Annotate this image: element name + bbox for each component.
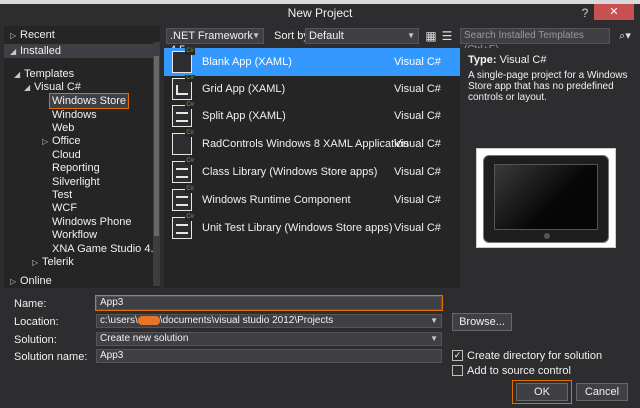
expand-arrow-icon: ▷ <box>42 137 49 146</box>
tablet-image <box>483 155 609 243</box>
add-source-control-checkbox[interactable] <box>452 365 463 376</box>
template-preview <box>476 148 616 248</box>
tree-item-office[interactable]: ▷ Office <box>42 134 81 148</box>
expand-arrow-icon: ▷ <box>32 258 39 267</box>
tree-item-silverlight[interactable]: Silverlight <box>52 175 100 189</box>
expand-arrow-icon: ▷ <box>10 31 17 40</box>
framework-select[interactable]: .NET Framework 4.5▼ <box>166 28 264 56</box>
tree-item-cloud[interactable]: Cloud <box>52 148 81 162</box>
chevron-down-icon: ▼ <box>407 31 415 40</box>
browse-button[interactable]: Browse... <box>452 313 512 331</box>
add-source-control-label: Add to source control <box>467 365 571 377</box>
template-type: Type: Visual C# <box>468 54 547 66</box>
collapse-arrow-icon: ◢ <box>10 47 17 56</box>
location-field[interactable]: c:\users\ \documents\visual studio 2012\P… <box>96 314 442 328</box>
tree-item-workflow[interactable]: Workflow <box>52 228 97 242</box>
template-row[interactable]: C# RadControls Windows 8 XAML Applicatio… <box>164 130 460 158</box>
template-row[interactable]: C# Split App (XAML) Visual C# <box>164 102 460 130</box>
blank-app-icon: C# <box>172 48 195 73</box>
tree-item-reporting[interactable]: Reporting <box>52 161 100 175</box>
search-icon[interactable]: ⌕▾ <box>614 28 636 44</box>
solution-select[interactable]: Create new solution ▼ <box>96 332 442 346</box>
ok-button[interactable]: OK <box>516 383 568 401</box>
split-app-icon: C# <box>172 102 195 127</box>
template-row[interactable]: C# Blank App (XAML) Visual C# <box>164 48 460 76</box>
tree-item-recent[interactable]: ▷ Recent <box>10 28 55 42</box>
help-icon[interactable]: ? <box>578 4 592 22</box>
tree-item-windows[interactable]: Windows <box>52 108 97 122</box>
tree-scroll-thumb[interactable] <box>154 56 159 236</box>
template-tree: ▷ Recent ◢ Installed ◢ Templates ◢ Visual C#… <box>4 26 160 288</box>
sort-select[interactable]: Default ▼ <box>305 28 419 44</box>
dialog-title: New Project <box>0 4 640 22</box>
template-description: A single-page project for a Windows Stor… <box>468 70 628 103</box>
solution-label: Solution: <box>14 334 57 346</box>
grid-app-icon: C# <box>172 75 195 100</box>
solution-name-label: Solution name: <box>14 351 88 363</box>
tree-item-templates[interactable]: ◢ Templates <box>14 67 74 81</box>
tree-item-online[interactable]: ▷ Online <box>10 274 52 288</box>
template-row[interactable]: C# Class Library (Windows Store apps) Vi… <box>164 158 460 186</box>
create-directory-checkbox[interactable]: ✓ <box>452 350 463 361</box>
chevron-down-icon: ▼ <box>430 316 438 325</box>
collapse-arrow-icon: ◢ <box>14 70 21 79</box>
close-button[interactable]: ✕ <box>594 4 634 20</box>
search-input[interactable]: Search Installed Templates (Ctrl+E) <box>460 28 610 55</box>
tree-item-test[interactable]: Test <box>52 188 72 202</box>
solution-name-field[interactable]: App3 <box>96 349 442 363</box>
name-label: Name: <box>14 298 47 310</box>
name-field[interactable]: App3 <box>95 295 443 311</box>
chevron-down-icon: ▼ <box>252 31 260 40</box>
class-library-icon: C# <box>172 158 195 183</box>
unit-test-library-icon: C# <box>172 214 195 239</box>
runtime-component-icon: C# <box>172 186 195 211</box>
list-view-icon[interactable]: ☰ <box>440 28 454 44</box>
template-row[interactable]: C# Windows Runtime Component Visual C# <box>164 186 460 214</box>
chevron-down-icon: ▼ <box>430 334 438 343</box>
location-label: Location: <box>14 316 59 328</box>
tree-item-wcf[interactable]: WCF <box>52 201 77 215</box>
expand-arrow-icon: ▷ <box>10 277 17 286</box>
tree-item-installed[interactable]: ◢ Installed <box>4 44 153 58</box>
tree-item-web[interactable]: Web <box>52 121 74 135</box>
tree-item-windows-phone[interactable]: Windows Phone <box>52 215 132 229</box>
radcontrols-app-icon: C# <box>172 130 195 155</box>
template-row[interactable]: C# Unit Test Library (Windows Store apps… <box>164 214 460 242</box>
create-directory-label: Create directory for solution <box>467 350 603 362</box>
collapse-arrow-icon: ◢ <box>24 83 31 92</box>
template-row[interactable]: C# Grid App (XAML) Visual C# <box>164 75 460 103</box>
cancel-button[interactable]: Cancel <box>576 383 628 401</box>
tree-item-telerik[interactable]: ▷ Telerik <box>32 255 74 269</box>
redaction-mark <box>137 315 160 325</box>
template-list: C# Blank App (XAML) Visual C# C# Grid Ap… <box>164 48 460 288</box>
grid-view-icon[interactable]: ▦ <box>424 28 438 44</box>
tree-item-visual-cs[interactable]: ◢ Visual C# <box>24 80 81 94</box>
tree-item-windows-store[interactable]: Windows Store <box>49 93 129 109</box>
tree-item-xna[interactable]: XNA Game Studio 4.0 <box>52 242 160 256</box>
